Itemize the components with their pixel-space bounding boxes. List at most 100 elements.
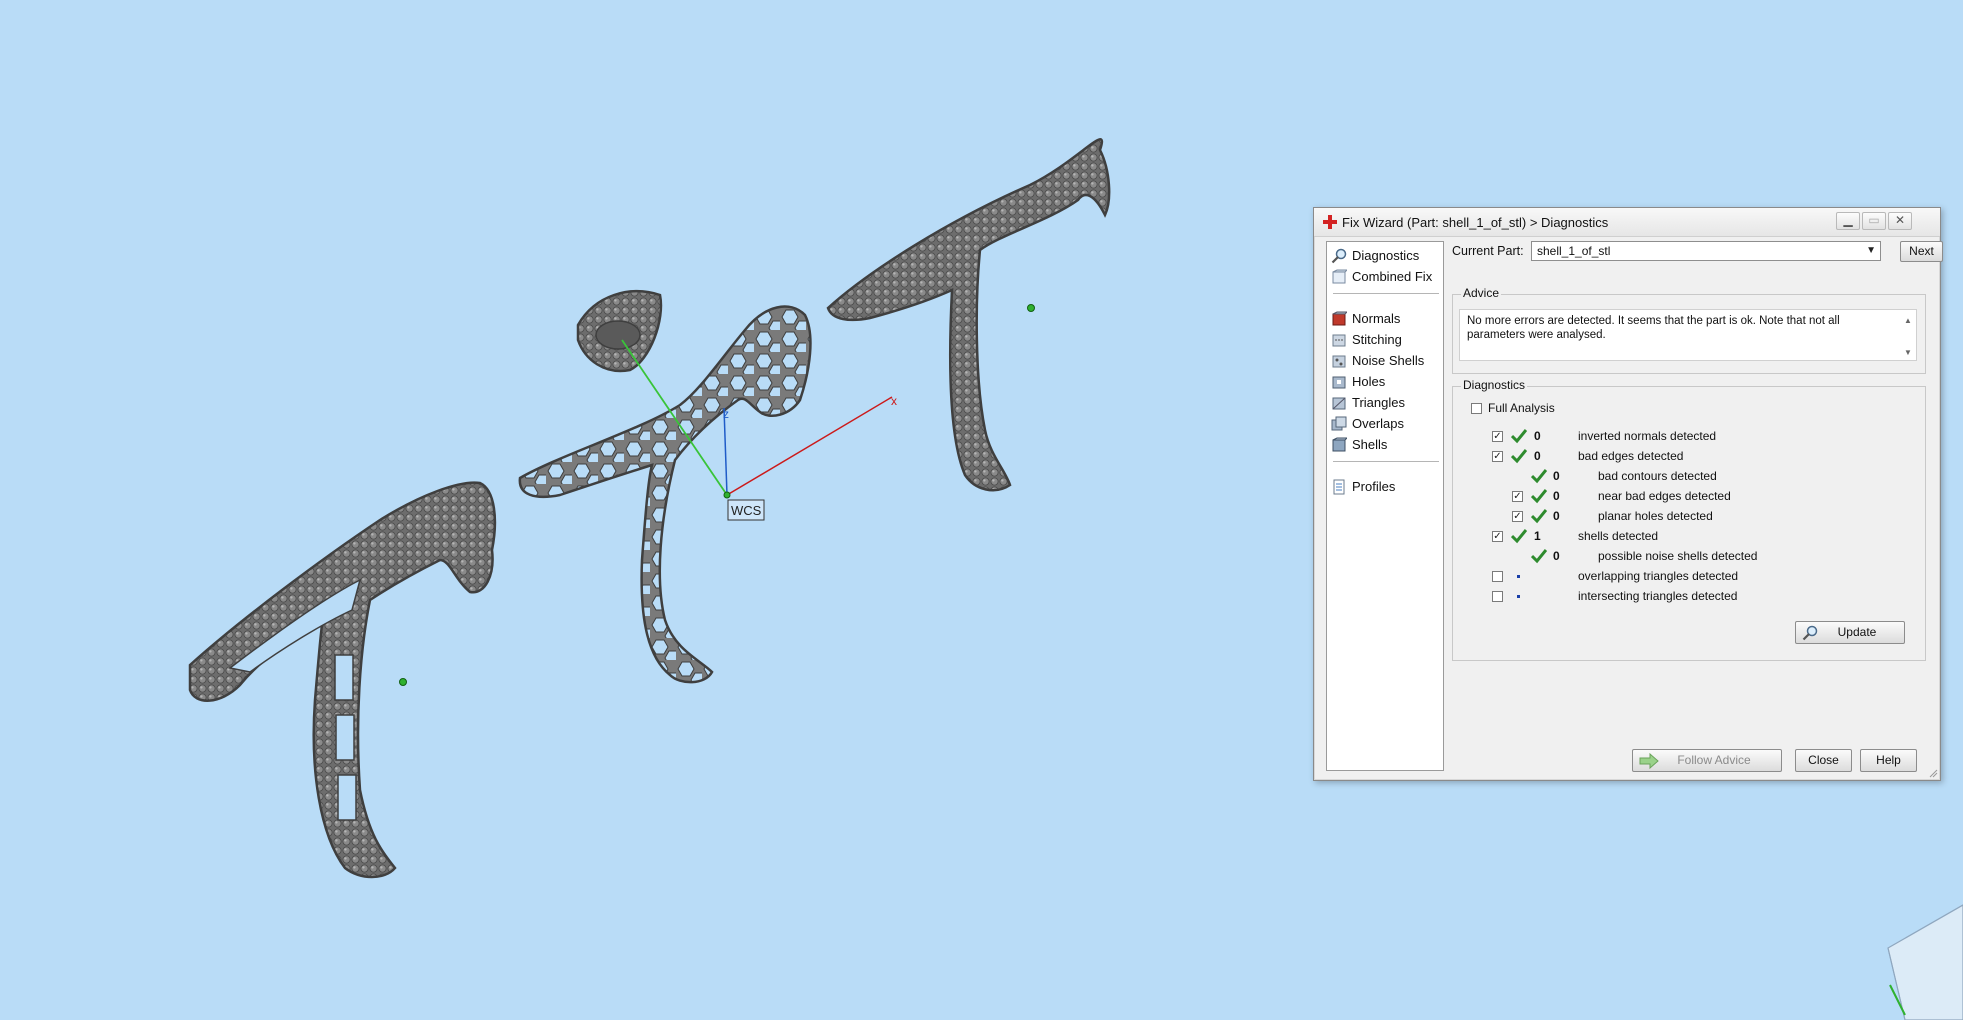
nav-item-stitching[interactable]: Stitching [1331, 331, 1439, 349]
axis-x-label: x [891, 394, 897, 408]
diagnostics-panel: Current Part: shell_1_of_stl ▼ Next Advi… [1452, 241, 1943, 772]
red-cross-icon [1323, 215, 1337, 229]
row-checkbox[interactable]: ✓ [1512, 491, 1523, 502]
green-check-icon [1511, 429, 1527, 444]
nav-item-triangles[interactable]: Triangles [1331, 394, 1439, 412]
follow-advice-button[interactable]: Follow Advice [1632, 749, 1782, 772]
diag-count: 0 [1534, 429, 1541, 443]
noise-shells-icon [1332, 355, 1346, 368]
view-cube[interactable] [1887, 904, 1963, 1020]
wizard-nav: Diagnostics Combined Fix Normals Stitchi… [1326, 241, 1444, 771]
help-button[interactable]: Help [1860, 749, 1917, 772]
maximize-button[interactable]: ▭ [1862, 212, 1886, 230]
row-checkbox[interactable]: ✓ [1492, 431, 1503, 442]
green-check-icon [1531, 549, 1547, 564]
chevron-down-icon: ▼ [1866, 245, 1876, 256]
normals-icon [1332, 311, 1347, 326]
arrow-right-icon [1639, 753, 1659, 769]
full-analysis-label: Full Analysis [1488, 401, 1555, 415]
update-label: Update [1837, 625, 1877, 639]
diag-label: overlapping triangles detected [1578, 569, 1739, 583]
diag-label: bad edges detected [1578, 449, 1684, 463]
row-checkbox[interactable]: ✓ [1492, 531, 1503, 542]
row-checkbox[interactable]: ✓ [1492, 451, 1503, 462]
pivot-marker [1027, 304, 1035, 312]
nav-separator [1333, 293, 1439, 294]
full-analysis-checkbox[interactable] [1471, 403, 1482, 414]
current-part-value: shell_1_of_stl [1537, 244, 1611, 258]
nav-item-profiles[interactable]: Profiles [1331, 478, 1439, 496]
green-check-icon [1531, 509, 1547, 524]
current-part-label: Current Part: [1452, 244, 1524, 258]
row-checkbox[interactable] [1492, 591, 1503, 602]
diag-count: 0 [1553, 489, 1560, 503]
green-check-icon [1511, 529, 1527, 544]
scroll-down-icon: ▼ [1904, 348, 1912, 357]
beaded-pendant-right [826, 138, 1111, 492]
diag-label: near bad edges detected [1598, 489, 1731, 503]
combined-fix-icon [1332, 269, 1347, 284]
pending-dot-icon [1517, 595, 1520, 598]
row-checkbox[interactable]: ✓ [1512, 511, 1523, 522]
diag-count: 1 [1534, 529, 1541, 543]
diagnostics-group: Diagnostics Full Analysis ✓ 0 inverted n… [1452, 378, 1926, 661]
dialog-title: Fix Wizard (Part: shell_1_of_stl) > Diag… [1342, 215, 1609, 230]
wcs-label: WCS [731, 503, 762, 518]
fix-wizard-dialog: Fix Wizard (Part: shell_1_of_stl) > Diag… [1313, 207, 1943, 781]
row-checkbox[interactable] [1492, 571, 1503, 582]
magnifier-icon [1802, 625, 1818, 641]
framed-pendant-left [188, 481, 497, 879]
current-part-select[interactable]: shell_1_of_stl ▼ [1531, 241, 1881, 261]
nav-item-shells[interactable]: Shells [1331, 436, 1439, 454]
advice-text: No more errors are detected. It seems th… [1467, 315, 1840, 341]
maximize-icon: ▭ [1868, 213, 1880, 227]
nav-item-combined-fix[interactable]: Combined Fix [1331, 268, 1439, 286]
scroll-up-icon: ▲ [1904, 316, 1912, 325]
stitching-icon [1332, 334, 1346, 347]
advice-group: Advice No more errors are detected. It s… [1452, 286, 1926, 374]
diag-label: bad contours detected [1598, 469, 1717, 483]
close-window-button[interactable]: ✕ [1888, 212, 1912, 230]
nav-separator [1333, 461, 1439, 462]
follow-advice-label: Follow Advice [1677, 753, 1751, 767]
nav-item-holes[interactable]: Holes [1331, 373, 1439, 391]
diagnostics-group-title: Diagnostics [1461, 378, 1528, 392]
advice-scrollbar[interactable]: ▲ ▼ [1902, 314, 1914, 357]
close-icon: ✕ [1894, 213, 1906, 227]
shells-icon [1332, 437, 1347, 452]
diag-count: 0 [1553, 509, 1560, 523]
honeycomb-pendant-middle [518, 290, 812, 684]
profiles-icon [1333, 479, 1345, 495]
green-check-icon [1531, 489, 1547, 504]
green-check-icon [1531, 469, 1547, 484]
diag-label: possible noise shells detected [1598, 549, 1758, 563]
pending-dot-icon [1517, 575, 1520, 578]
close-button[interactable]: Close [1795, 749, 1852, 772]
nav-item-overlaps[interactable]: Overlaps [1331, 415, 1439, 433]
nav-item-diagnostics[interactable]: Diagnostics [1331, 247, 1439, 265]
advice-group-title: Advice [1461, 286, 1502, 300]
diag-label: inverted normals detected [1578, 429, 1717, 443]
minimize-icon: ▁ [1843, 213, 1853, 227]
minimize-button[interactable]: ▁ [1836, 212, 1860, 230]
pivot-marker [399, 678, 407, 686]
next-button[interactable]: Next [1900, 241, 1943, 262]
diag-count: 0 [1553, 469, 1560, 483]
diag-label: intersecting triangles detected [1578, 589, 1738, 603]
update-button[interactable]: Update [1795, 621, 1905, 644]
diag-count: 0 [1553, 549, 1560, 563]
resize-grip-icon[interactable] [1928, 768, 1938, 778]
magnifier-icon [1331, 248, 1347, 263]
triangles-icon [1332, 397, 1346, 410]
diag-count: 0 [1534, 449, 1541, 463]
green-check-icon [1511, 449, 1527, 464]
holes-icon [1332, 376, 1346, 389]
advice-text-box: No more errors are detected. It seems th… [1459, 309, 1917, 361]
overlaps-icon [1331, 416, 1347, 431]
nav-item-normals[interactable]: Normals [1331, 310, 1439, 328]
diag-label: shells detected [1578, 529, 1659, 543]
diag-label: planar holes detected [1598, 509, 1713, 523]
nav-item-noise-shells[interactable]: Noise Shells [1331, 352, 1439, 370]
dialog-titlebar[interactable]: Fix Wizard (Part: shell_1_of_stl) > Diag… [1314, 208, 1940, 237]
axis-z-label: z [723, 407, 729, 421]
